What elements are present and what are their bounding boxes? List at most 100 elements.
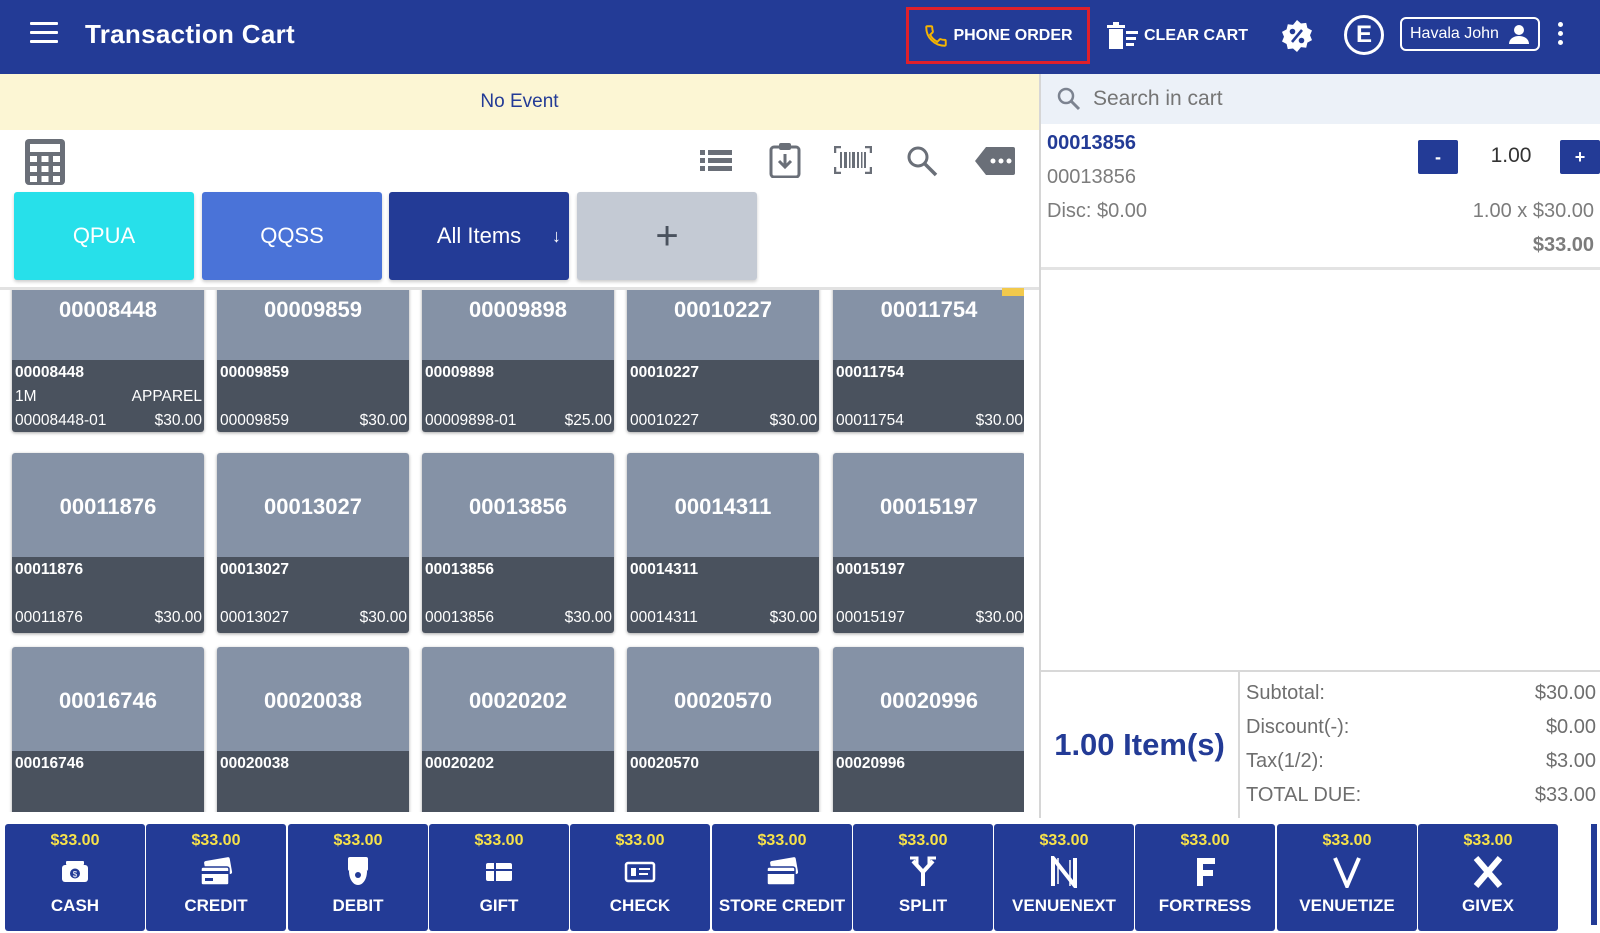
product-tile[interactable]: 00014311 00014311 00014311 $30.00: [627, 453, 819, 633]
pay-gift-button[interactable]: $33.00 GIFT: [429, 824, 569, 931]
list-view-icon[interactable]: [700, 148, 732, 179]
clear-cart-button[interactable]: CLEAR CART: [1106, 20, 1248, 52]
pay-amount: $33.00: [1180, 832, 1230, 849]
item-grid: 00008448 00008448 1M APPAREL 00008448-01 $30.…: [0, 290, 1024, 812]
discount-label: Discount(-):: [1246, 716, 1350, 738]
qty-value[interactable]: 1.00: [1466, 144, 1556, 168]
menu-icon[interactable]: [30, 22, 58, 46]
product-tile[interactable]: 00013027 00013027 00013027 $30.00: [217, 453, 409, 633]
venuetize-icon: [1277, 854, 1417, 890]
qty-increment-button[interactable]: +: [1560, 140, 1600, 174]
pay-venuenext-button[interactable]: $33.00 VENUENEXT: [994, 824, 1134, 931]
product-tile-details: 00010227 00010227 $30.00: [627, 360, 819, 432]
product-tile-title: 00020570: [627, 647, 819, 751]
qty-decrement-button[interactable]: -: [1418, 140, 1458, 174]
product-sku: 00008448-01: [15, 412, 107, 429]
user-name: Havala John: [1410, 25, 1499, 42]
cart-item[interactable]: 00013856 00013856 Disc: $0.00 - 1.00 + 1…: [1041, 124, 1600, 268]
pay-credit-button[interactable]: $33.00 CREDIT: [146, 824, 286, 931]
product-tile-details: 00015197 00015197 $30.00: [833, 557, 1024, 633]
product-tile[interactable]: 00020202 00020202: [422, 647, 614, 812]
product-sku: 00009898-01: [425, 412, 517, 429]
product-tile-details: 00009859 00009859 $30.00: [217, 360, 409, 432]
sort-down-icon: ↓: [552, 226, 561, 246]
product-tile-title: 00016746: [12, 647, 204, 751]
pay-fortress-button[interactable]: $33.00 FORTRESS: [1135, 824, 1275, 931]
product-code: 00009898: [425, 364, 494, 381]
category-all-items-button[interactable]: All Items ↓: [389, 192, 569, 280]
pay-debit-button[interactable]: $33.00 DEBIT: [288, 824, 428, 931]
phone-order-label: PHONE ORDER: [953, 26, 1073, 44]
product-code: 00020202: [425, 755, 494, 772]
product-tile-title: 00009859: [217, 290, 409, 360]
cart-search-input[interactable]: [1093, 87, 1573, 111]
product-sku: 00010227: [630, 412, 699, 429]
product-tile[interactable]: 00010227 00010227 00010227 $30.00: [627, 290, 819, 432]
pay-label: FORTRESS: [1158, 896, 1252, 915]
product-tile[interactable]: 00020570 00020570: [627, 647, 819, 812]
more-options-icon[interactable]: [1556, 22, 1564, 50]
product-code: 00013027: [220, 561, 289, 578]
discount-icon[interactable]: [1280, 19, 1314, 58]
product-tile[interactable]: 00013856 00013856 00013856 $30.00: [422, 453, 614, 633]
pay-givex-button[interactable]: $33.00 GIVEX: [1418, 824, 1558, 931]
event-banner: No Event: [0, 74, 1039, 130]
product-price: $30.00: [154, 609, 202, 626]
pay-cash-button[interactable]: $33.00 $ CASH: [5, 824, 145, 931]
calculator-icon[interactable]: [24, 138, 66, 191]
product-tile[interactable]: 00011754 00011754 00011754 $30.00: [833, 290, 1024, 432]
product-code: 00020038: [220, 755, 289, 772]
product-tile[interactable]: 00009898 00009898 00009898-01 $25.00: [422, 290, 614, 432]
category-qpua-button[interactable]: QPUA: [14, 192, 194, 280]
phone-order-button[interactable]: PHONE ORDER: [906, 7, 1090, 64]
discount-row: Discount(-): $0.00: [1246, 716, 1596, 739]
pay-split-button[interactable]: $33.00 SPLIT: [853, 824, 993, 931]
cart-item-discount: Disc: $0.00: [1047, 200, 1148, 222]
product-tile-details: 00016746: [12, 751, 204, 812]
add-category-button[interactable]: +: [577, 192, 757, 280]
pay-store-credit-button[interactable]: $33.00 STORE CREDIT: [712, 824, 852, 931]
tax-row: Tax(1/2): $3.00: [1246, 750, 1596, 773]
cart-item-total: $33.00: [1532, 234, 1594, 256]
product-code: 00020996: [836, 755, 905, 772]
pay-venuetize-button[interactable]: $33.00 VENUETIZE: [1277, 824, 1417, 931]
product-sku: 00011754: [836, 412, 904, 429]
product-tile[interactable]: 00015197 00015197 00015197 $30.00: [833, 453, 1024, 633]
product-code: 00011876: [15, 561, 84, 578]
product-tile-title: 00011876: [12, 453, 204, 557]
total-due-row: TOTAL DUE: $33.00: [1246, 784, 1596, 807]
more-tag-icon[interactable]: [974, 146, 1016, 181]
pay-label: CREDIT: [184, 896, 248, 915]
pay-amount: $33.00: [898, 832, 948, 849]
product-price: $30.00: [154, 412, 202, 429]
category-qqss-button[interactable]: QQSS: [202, 192, 382, 280]
product-code: 00008448: [15, 364, 84, 381]
user-button[interactable]: Havala John: [1400, 17, 1540, 51]
product-tile[interactable]: 00009859 00009859 00009859 $30.00: [217, 290, 409, 432]
product-price: $30.00: [769, 609, 817, 626]
pay-amount: $33.00: [757, 832, 807, 849]
product-tile[interactable]: 00008448 00008448 1M APPAREL 00008448-01 $30.…: [12, 290, 204, 432]
product-tile[interactable]: 00020038 00020038: [217, 647, 409, 812]
debit-icon: [288, 854, 428, 890]
barcode-icon[interactable]: [833, 145, 873, 179]
search-icon[interactable]: [906, 145, 938, 182]
product-tile[interactable]: 00020996 00020996: [833, 647, 1024, 812]
product-tile[interactable]: 00016746 00016746: [12, 647, 204, 812]
product-tile-details: 00008448 1M APPAREL 00008448-01 $30.00: [12, 360, 204, 432]
product-tile[interactable]: 00011876 00011876 00011876 $30.00: [12, 453, 204, 633]
clipboard-download-icon[interactable]: [768, 142, 802, 183]
cart-search-bar[interactable]: [1041, 74, 1600, 124]
category-label: All Items: [436, 223, 522, 248]
search-icon: [1057, 87, 1081, 111]
product-tile-details: 00009898 00009898-01 $25.00: [422, 360, 614, 432]
pay-label: GIVEX: [1462, 896, 1514, 915]
event-text: No Event: [480, 91, 559, 112]
product-code: 00010227: [630, 364, 699, 381]
total-due-label: TOTAL DUE:: [1246, 784, 1362, 806]
e-badge-button[interactable]: E: [1344, 15, 1384, 55]
check-icon: [570, 854, 710, 890]
top-bar: Transaction Cart PHONE ORDER CLEAR CART …: [0, 0, 1600, 74]
discount-value: $0.00: [1545, 716, 1596, 738]
pay-check-button[interactable]: $33.00 CHECK: [570, 824, 710, 931]
